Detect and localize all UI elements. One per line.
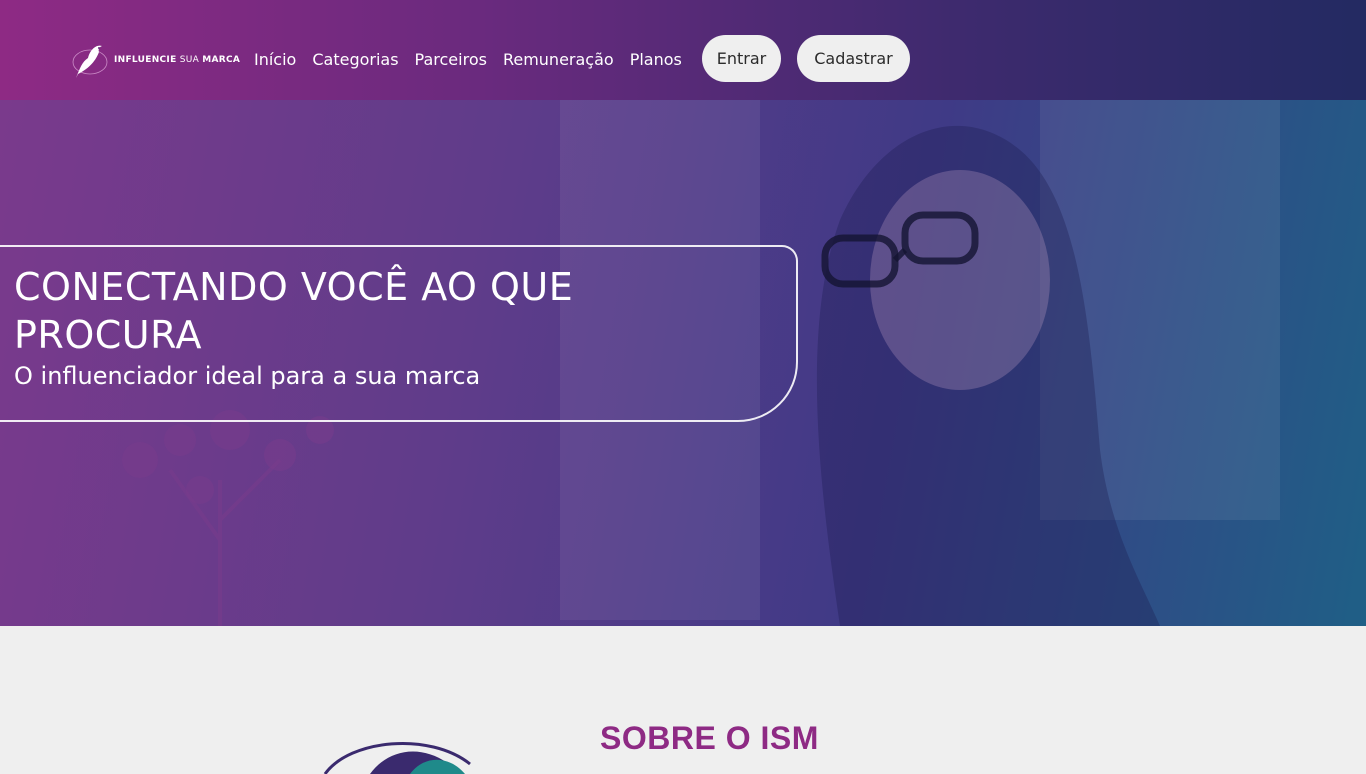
nav-link-parceiros[interactable]: Parceiros <box>415 50 487 69</box>
login-button[interactable]: Entrar <box>702 35 781 82</box>
site-header: INFLUENCIE SUA MARCA Início Categorias P… <box>0 0 1366 100</box>
brand-logo[interactable]: INFLUENCIE SUA MARCA <box>66 38 240 82</box>
about-section-title: SOBRE O ISM <box>600 720 819 756</box>
nav-link-planos[interactable]: Planos <box>630 50 682 69</box>
nav-link-remuneracao[interactable]: Remuneração <box>503 50 614 69</box>
nav-link-inicio[interactable]: Início <box>254 50 296 69</box>
signup-button[interactable]: Cadastrar <box>797 35 910 82</box>
hero-banner: CONECTANDO VOCÊ AO QUE PROCURA O influen… <box>0 100 1366 626</box>
brand-name: INFLUENCIE SUA MARCA <box>114 55 241 65</box>
hero-subtitle: O influenciador ideal para a sua marca <box>14 362 481 390</box>
nav-link-categorias[interactable]: Categorias <box>312 50 398 69</box>
hero-plant-decoration <box>122 410 334 626</box>
hero-title: CONECTANDO VOCÊ AO QUE PROCURA <box>14 265 574 357</box>
about-graphic <box>323 741 471 774</box>
bird-logo-icon <box>72 45 108 78</box>
